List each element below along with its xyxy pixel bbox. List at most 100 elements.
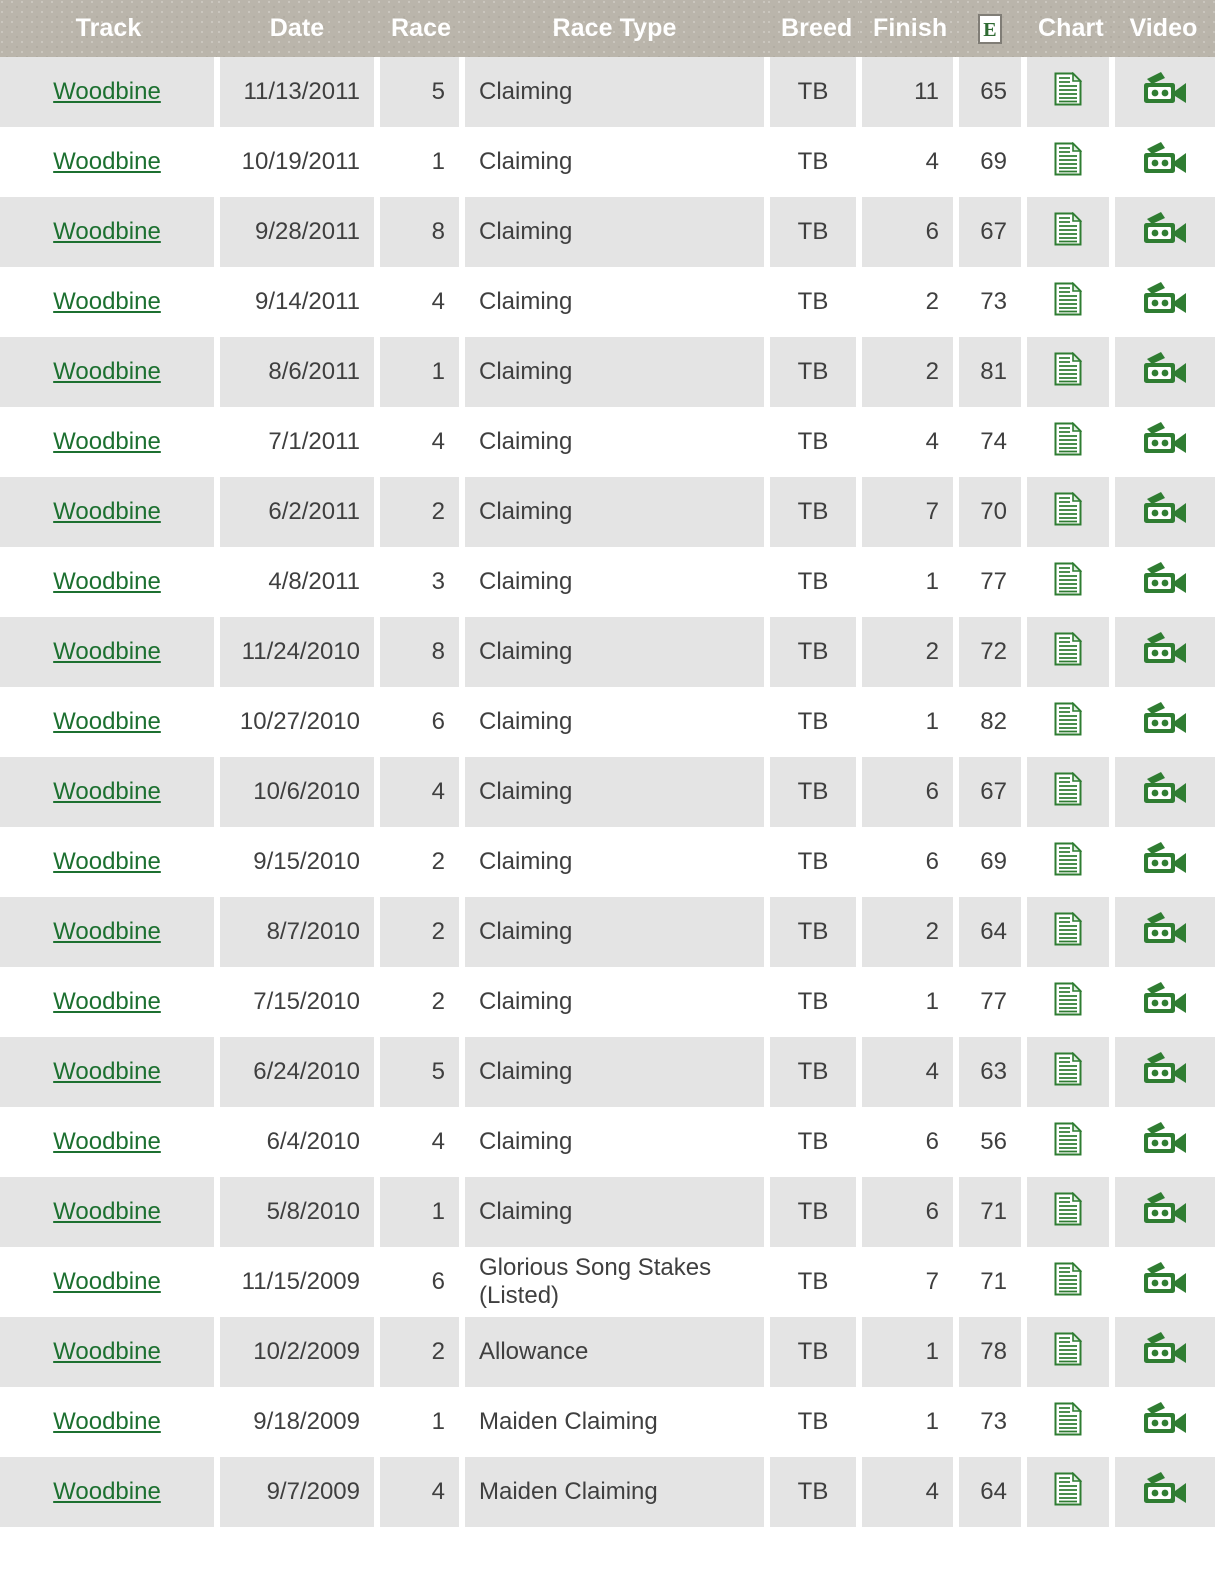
cell-chart [1024, 617, 1112, 687]
chart-document-icon[interactable] [1054, 1051, 1083, 1086]
cell-date: 7/1/2011 [217, 407, 377, 477]
video-camera-icon[interactable] [1141, 771, 1189, 807]
column-header-race[interactable]: Race [377, 0, 462, 57]
table-row[interactable]: Woodbine 10/19/2011 1 Claiming TB 4 69 [0, 127, 1215, 197]
video-camera-icon[interactable] [1141, 491, 1189, 527]
track-link[interactable]: Woodbine [53, 148, 161, 175]
table-row[interactable]: Woodbine 10/2/2009 2 Allowance TB 1 78 [0, 1317, 1215, 1387]
cell-race-number: 8 [377, 197, 462, 267]
video-camera-icon[interactable] [1141, 211, 1189, 247]
chart-document-icon[interactable] [1054, 631, 1083, 666]
video-camera-icon[interactable] [1141, 1261, 1189, 1297]
chart-document-icon[interactable] [1054, 841, 1083, 876]
table-row[interactable]: Woodbine 9/28/2011 8 Claiming TB 6 67 [0, 197, 1215, 267]
track-link[interactable]: Woodbine [53, 988, 161, 1015]
column-header-finish[interactable]: Finish [859, 0, 956, 57]
track-link[interactable]: Woodbine [53, 568, 161, 595]
video-camera-icon[interactable] [1141, 141, 1189, 177]
video-camera-icon[interactable] [1141, 1121, 1189, 1157]
table-row[interactable]: Woodbine 6/2/2011 2 Claiming TB 7 70 [0, 477, 1215, 547]
track-link[interactable]: Woodbine [53, 1268, 161, 1295]
table-row[interactable]: Woodbine 10/27/2010 6 Claiming TB 1 82 [0, 687, 1215, 757]
table-row[interactable]: Woodbine 9/7/2009 4 Maiden Claiming TB 4… [0, 1457, 1215, 1527]
track-link[interactable]: Woodbine [53, 1058, 161, 1085]
video-camera-icon[interactable] [1141, 1401, 1189, 1437]
track-link[interactable]: Woodbine [53, 778, 161, 805]
table-row[interactable]: Woodbine 9/18/2009 1 Maiden Claiming TB … [0, 1387, 1215, 1457]
table-row[interactable]: Woodbine 7/1/2011 4 Claiming TB 4 74 [0, 407, 1215, 477]
chart-document-icon[interactable] [1054, 1191, 1083, 1226]
video-camera-icon[interactable] [1141, 1331, 1189, 1367]
video-camera-icon[interactable] [1141, 1471, 1189, 1507]
chart-document-icon[interactable] [1054, 491, 1083, 526]
chart-document-icon[interactable] [1054, 911, 1083, 946]
chart-document-icon[interactable] [1054, 561, 1083, 596]
chart-document-icon[interactable] [1054, 771, 1083, 806]
track-link[interactable]: Woodbine [53, 1408, 161, 1435]
video-camera-icon[interactable] [1141, 701, 1189, 737]
table-row[interactable]: Woodbine 11/24/2010 8 Claiming TB 2 72 [0, 617, 1215, 687]
column-header-date[interactable]: Date [217, 0, 377, 57]
video-camera-icon[interactable] [1141, 281, 1189, 317]
table-row[interactable]: Woodbine 6/24/2010 5 Claiming TB 4 63 [0, 1037, 1215, 1107]
video-camera-icon[interactable] [1141, 911, 1189, 947]
video-camera-icon[interactable] [1141, 561, 1189, 597]
column-header-track[interactable]: Track [0, 0, 217, 57]
chart-document-icon[interactable] [1054, 1471, 1083, 1506]
track-link[interactable]: Woodbine [53, 1478, 161, 1505]
column-header-equibase-speed-figure[interactable]: E [956, 0, 1024, 57]
video-camera-icon[interactable] [1141, 351, 1189, 387]
track-link[interactable]: Woodbine [53, 708, 161, 735]
chart-document-icon[interactable] [1054, 211, 1083, 246]
video-camera-icon[interactable] [1141, 1191, 1189, 1227]
cell-chart [1024, 967, 1112, 1037]
table-row[interactable]: Woodbine 5/8/2010 1 Claiming TB 6 71 [0, 1177, 1215, 1247]
track-link[interactable]: Woodbine [53, 1338, 161, 1365]
chart-document-icon[interactable] [1054, 351, 1083, 386]
video-camera-icon[interactable] [1141, 421, 1189, 457]
table-row[interactable]: Woodbine 6/4/2010 4 Claiming TB 6 56 [0, 1107, 1215, 1177]
table-row[interactable]: Woodbine 9/15/2010 2 Claiming TB 6 69 [0, 827, 1215, 897]
table-row[interactable]: Woodbine 4/8/2011 3 Claiming TB 1 77 [0, 547, 1215, 617]
chart-document-icon[interactable] [1054, 421, 1083, 456]
chart-document-icon[interactable] [1054, 1401, 1083, 1436]
table-row[interactable]: Woodbine 8/6/2011 1 Claiming TB 2 81 [0, 337, 1215, 407]
column-header-video[interactable]: Video [1112, 0, 1215, 57]
video-camera-icon[interactable] [1141, 1051, 1189, 1087]
track-link[interactable]: Woodbine [53, 288, 161, 315]
track-link[interactable]: Woodbine [53, 1198, 161, 1225]
column-header-chart[interactable]: Chart [1024, 0, 1112, 57]
table-row[interactable]: Woodbine 7/15/2010 2 Claiming TB 1 77 [0, 967, 1215, 1037]
chart-document-icon[interactable] [1054, 71, 1083, 106]
table-row[interactable]: Woodbine 8/7/2010 2 Claiming TB 2 64 [0, 897, 1215, 967]
column-header-breed[interactable]: Breed [767, 0, 859, 57]
track-link[interactable]: Woodbine [53, 918, 161, 945]
chart-document-icon[interactable] [1054, 981, 1083, 1016]
table-row[interactable]: Woodbine 11/13/2011 5 Claiming TB 11 65 [0, 57, 1215, 127]
table-row[interactable]: Woodbine 11/15/2009 6 Glorious Song Stak… [0, 1247, 1215, 1317]
track-link[interactable]: Woodbine [53, 78, 161, 105]
video-camera-icon[interactable] [1141, 841, 1189, 877]
video-camera-icon[interactable] [1141, 631, 1189, 667]
chart-document-icon[interactable] [1054, 701, 1083, 736]
video-camera-icon[interactable] [1141, 71, 1189, 107]
track-link[interactable]: Woodbine [53, 498, 161, 525]
track-link[interactable]: Woodbine [53, 848, 161, 875]
table-row[interactable]: Woodbine 9/14/2011 4 Claiming TB 2 73 [0, 267, 1215, 337]
chart-document-icon[interactable] [1054, 141, 1083, 176]
track-link[interactable]: Woodbine [53, 1128, 161, 1155]
track-link[interactable]: Woodbine [53, 358, 161, 385]
column-header-race-type[interactable]: Race Type [462, 0, 767, 57]
track-link[interactable]: Woodbine [53, 638, 161, 665]
track-link[interactable]: Woodbine [53, 428, 161, 455]
video-camera-icon[interactable] [1141, 981, 1189, 1017]
cell-equibase-speed-figure: 71 [956, 1247, 1024, 1317]
chart-document-icon[interactable] [1054, 1261, 1083, 1296]
chart-document-icon[interactable] [1054, 1121, 1083, 1156]
table-row[interactable]: Woodbine 10/6/2010 4 Claiming TB 6 67 [0, 757, 1215, 827]
chart-document-icon[interactable] [1054, 281, 1083, 316]
chart-document-icon[interactable] [1054, 1331, 1083, 1366]
cell-video [1112, 267, 1215, 337]
track-link[interactable]: Woodbine [53, 218, 161, 245]
cell-track: Woodbine [0, 267, 217, 337]
